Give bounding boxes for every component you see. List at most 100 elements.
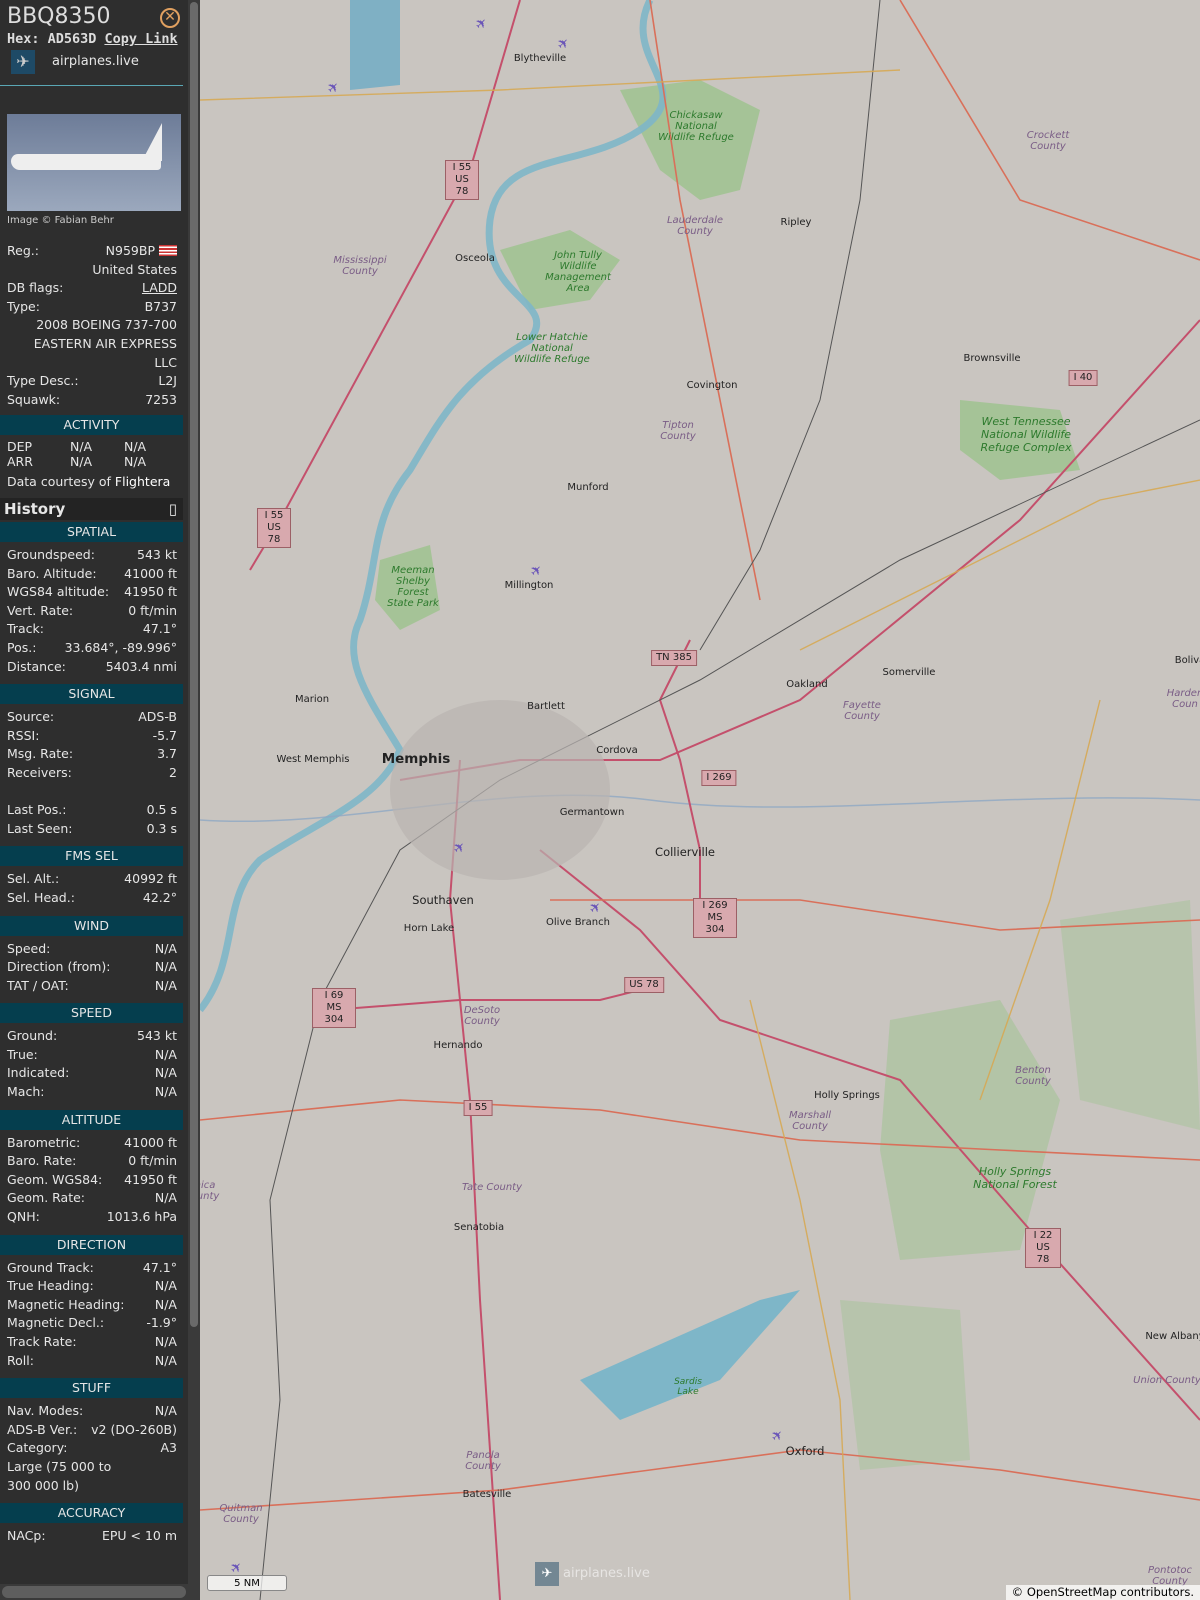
city-label: Germantown	[559, 807, 625, 818]
field-label: Magnetic Decl.:	[7, 1315, 105, 1331]
square-icon[interactable]: ▯	[169, 498, 177, 520]
field-label: Magnetic Heading:	[7, 1296, 125, 1312]
data-row: Geom. Rate: N/A	[0, 1189, 183, 1208]
field-label: Pos.:	[7, 639, 37, 655]
data-row: Mach: N/A	[0, 1083, 183, 1102]
city-label: Munford	[567, 482, 609, 493]
dep-time: N/A	[124, 439, 147, 454]
field-value: 543 kt	[137, 547, 177, 562]
close-icon[interactable]: ✕	[160, 8, 180, 28]
field-label: Roll:	[7, 1352, 34, 1368]
field-label: Large (75 000 to	[7, 1458, 112, 1474]
field-label: Track:	[7, 621, 44, 637]
data-row: Last Pos.: 0.5 s	[0, 801, 183, 820]
field-label: True Heading:	[7, 1278, 94, 1294]
flightera-link[interactable]: Flightera	[115, 474, 170, 489]
highway-shield: TN 385	[651, 650, 697, 666]
info-row: Type Desc.: L2J	[0, 372, 183, 391]
info-label: DB flags:	[7, 280, 64, 296]
city-label: Marion	[294, 694, 330, 705]
city-label: Senatobia	[453, 1222, 505, 1233]
field-label: NACp:	[7, 1528, 46, 1544]
info-value: N959BP	[105, 243, 155, 258]
field-label: Distance:	[7, 658, 66, 674]
info-row: Reg.: N959BP	[0, 242, 183, 261]
arr-value: N/A	[70, 454, 93, 469]
data-row: WGS84 altitude: 41950 ft	[0, 583, 183, 602]
data-row: Pos.: 33.684°, -89.996°	[0, 639, 183, 658]
data-row: Nav. Modes: N/A	[0, 1402, 183, 1421]
highway-shield: I 269 MS 304	[693, 898, 737, 938]
info-row: Squawk: 7253	[0, 391, 183, 410]
county-label: Harden Coun	[1166, 688, 1200, 710]
field-value: 33.684°, -89.996°	[64, 639, 177, 655]
field-label: Sel. Head.:	[7, 889, 75, 905]
city-label: Memphis	[381, 751, 451, 767]
data-row: Geom. WGS84: 41950 ft	[0, 1171, 183, 1190]
info-value[interactable]: LADD	[142, 280, 177, 295]
highway-shield: I 69 MS 304	[312, 988, 356, 1028]
field-value: N/A	[154, 1334, 177, 1349]
field-value: 0.5 s	[146, 802, 177, 818]
data-row: True: N/A	[0, 1046, 183, 1065]
info-label: Squawk:	[7, 391, 61, 407]
info-row: Type: B737	[0, 298, 183, 317]
county-label: Quitman County	[219, 1503, 263, 1525]
map[interactable]: Blytheville Osceola Ripley Brownsville C…	[200, 0, 1200, 1600]
county-label: Tate County	[461, 1182, 523, 1193]
highway-shield: I 269	[701, 770, 737, 786]
highway-shield: I 55 US 78	[257, 508, 291, 548]
city-label: Boliva	[1174, 655, 1200, 666]
field-label: Sel. Alt.:	[7, 871, 60, 887]
city-label: Ripley	[780, 217, 812, 228]
data-row: Ground Track: 47.1°	[0, 1259, 183, 1278]
map-attribution[interactable]: © OpenStreetMap contributors.	[1005, 1585, 1200, 1600]
courtesy-text: Data courtesy of	[7, 474, 111, 489]
aircraft-photo[interactable]	[7, 114, 181, 211]
city-label: Blytheville	[513, 53, 567, 64]
info-row: EASTERN AIR EXPRESS	[0, 335, 183, 354]
county-label: Lauderdale County	[666, 215, 724, 237]
site-link[interactable]: airplanes.live	[52, 54, 139, 69]
field-value: 41950 ft	[124, 584, 177, 600]
county-label: Union County	[1133, 1375, 1200, 1386]
field-value: 3.7	[157, 746, 177, 762]
field-label: ADS-B Ver.:	[7, 1421, 78, 1437]
county-label: Fayette County	[843, 700, 881, 722]
data-row: Speed: N/A	[0, 940, 183, 959]
field-label: Ground Track:	[7, 1259, 94, 1275]
hex-line: Hex: AD563D Copy Link	[7, 31, 178, 47]
field-value: N/A	[154, 959, 177, 975]
field-label: Nav. Modes:	[7, 1403, 84, 1419]
data-row: Indicated: N/A	[0, 1064, 183, 1083]
data-row: Baro. Rate: 0 ft/min	[0, 1152, 183, 1171]
history-toggle[interactable]: History ▯	[0, 498, 183, 520]
field-label: Last Pos.:	[7, 802, 67, 818]
field-value: ADS-B	[138, 709, 177, 725]
data-row: Track Rate: N/A	[0, 1333, 183, 1352]
field-label: Baro. Altitude:	[7, 565, 97, 581]
data-row: Msg. Rate: 3.7	[0, 745, 183, 764]
field-value: 5403.4 nmi	[105, 658, 177, 674]
arr-time: N/A	[124, 454, 147, 469]
field-value: 41000 ft	[124, 565, 177, 581]
hex-value: AD563D	[47, 31, 97, 47]
section-header-wind: WIND	[0, 915, 183, 936]
us-flag-icon	[159, 245, 177, 256]
airplanes-live-logo-icon[interactable]: ✈	[11, 50, 35, 74]
field-label: Geom. WGS84:	[7, 1171, 103, 1187]
park-label: Sardis Lake	[674, 1377, 702, 1397]
section-header-altitude: ALTITUDE	[0, 1109, 183, 1130]
field-value: N/A	[154, 977, 177, 993]
vertical-scrollbar[interactable]	[188, 0, 200, 1600]
city-label: Millington	[504, 580, 554, 591]
field-value: 47.1°	[142, 1259, 177, 1275]
field-value: N/A	[154, 1065, 177, 1081]
field-value: 0.3 s	[146, 820, 177, 836]
info-value: LLC	[154, 354, 177, 370]
data-row: Source: ADS-B	[0, 708, 183, 727]
county-label: Marshall County	[788, 1110, 832, 1132]
copy-link-button[interactable]: Copy Link	[104, 31, 177, 47]
horizontal-scrollbar[interactable]	[0, 1584, 200, 1600]
city-label: Cordova	[596, 745, 638, 756]
